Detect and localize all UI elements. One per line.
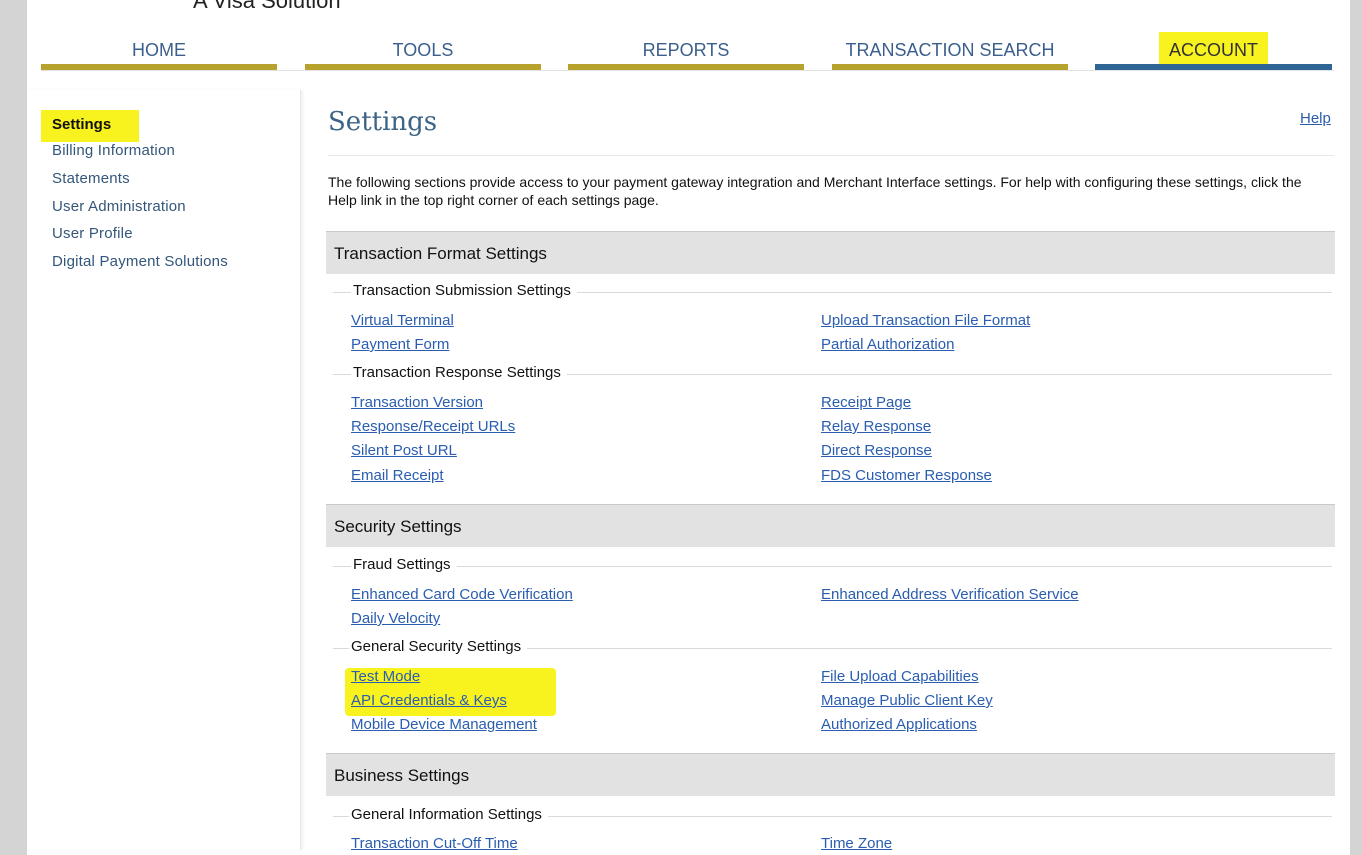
sidebar-item-digital-payment-solutions[interactable]: Digital Payment Solutions	[52, 253, 228, 270]
section-header: Transaction Format Settings	[326, 231, 1335, 274]
group-header: Transaction Submission Settings	[333, 282, 1332, 299]
link-time-zone[interactable]: Time Zone	[821, 835, 892, 852]
group-title: Transaction Submission Settings	[351, 282, 577, 299]
sidebar-item-settings[interactable]: Settings	[41, 110, 139, 142]
group-header: General Information Settings	[333, 806, 1332, 823]
group-title: General Information Settings	[349, 806, 548, 823]
link-upload-transaction-file-format[interactable]: Upload Transaction File Format	[821, 312, 1030, 329]
sidebar-item-user-profile[interactable]: User Profile	[52, 225, 133, 242]
link-enhanced-address-verification-service[interactable]: Enhanced Address Verification Service	[821, 586, 1079, 603]
group-title: Transaction Response Settings	[351, 364, 567, 381]
link-mobile-device-management[interactable]: Mobile Device Management	[351, 716, 537, 733]
title-divider	[328, 155, 1334, 156]
link-transaction-cut-off-time[interactable]: Transaction Cut-Off Time	[351, 835, 518, 852]
section-title: Security Settings	[334, 517, 462, 536]
link-receipt-page[interactable]: Receipt Page	[821, 394, 911, 411]
tab-tools[interactable]: TOOLS	[305, 36, 541, 70]
sidebar-item-statements[interactable]: Statements	[52, 170, 130, 187]
tab-home[interactable]: HOME	[41, 36, 277, 70]
link-transaction-version[interactable]: Transaction Version	[351, 394, 483, 411]
group-header: General Security Settings	[333, 638, 1332, 655]
tab-reports[interactable]: REPORTS	[568, 36, 804, 70]
tab-label: TOOLS	[392, 40, 454, 60]
group-title: Fraud Settings	[351, 556, 457, 573]
link-file-upload-capabilities[interactable]: File Upload Capabilities	[821, 668, 979, 685]
link-relay-response[interactable]: Relay Response	[821, 418, 931, 435]
link-email-receipt[interactable]: Email Receipt	[351, 467, 444, 484]
link-virtual-terminal[interactable]: Virtual Terminal	[351, 312, 454, 329]
tab-label: ACCOUNT	[1159, 32, 1268, 65]
help-link[interactable]: Help	[1300, 110, 1331, 127]
page-title: Settings	[328, 107, 438, 137]
link-fds-customer-response[interactable]: FDS Customer Response	[821, 467, 992, 484]
link-daily-velocity[interactable]: Daily Velocity	[351, 610, 440, 627]
intro-text: The following sections provide access to…	[328, 174, 1302, 208]
section-title: Business Settings	[334, 766, 470, 785]
group-header: Transaction Response Settings	[333, 364, 1332, 381]
tab-label: HOME	[132, 40, 186, 60]
page: A Visa Solution HOME TOOLS REPORTS TRANS…	[27, 0, 1350, 855]
link-test-mode[interactable]: Test Mode	[351, 668, 420, 685]
link-silent-post-url[interactable]: Silent Post URL	[351, 442, 457, 459]
link-api-credentials-keys[interactable]: API Credentials & Keys	[351, 692, 507, 709]
tab-label: TRANSACTION SEARCH	[845, 40, 1055, 60]
link-enhanced-card-code-verification[interactable]: Enhanced Card Code Verification	[351, 586, 573, 603]
link-payment-form[interactable]: Payment Form	[351, 336, 449, 353]
tab-label: REPORTS	[642, 40, 730, 60]
group-header: Fraud Settings	[333, 556, 1332, 573]
link-direct-response[interactable]: Direct Response	[821, 442, 932, 459]
sidebar-item-user-administration[interactable]: User Administration	[52, 198, 186, 215]
link-partial-authorization[interactable]: Partial Authorization	[821, 336, 954, 353]
tab-transaction-search[interactable]: TRANSACTION SEARCH	[832, 36, 1068, 70]
section-title: Transaction Format Settings	[334, 244, 547, 263]
group-title: General Security Settings	[349, 638, 528, 655]
nav-divider	[41, 70, 1334, 71]
brand-text: A Visa Solution	[193, 0, 341, 13]
link-manage-public-client-key[interactable]: Manage Public Client Key	[821, 692, 993, 709]
sidebar-item-label: Settings	[52, 116, 112, 133]
sidebar-item-billing-information[interactable]: Billing Information	[52, 142, 175, 159]
section-header: Business Settings	[326, 753, 1335, 796]
tab-account[interactable]: ACCOUNT	[1095, 32, 1332, 70]
link-response-receipt-urls[interactable]: Response/Receipt URLs	[351, 418, 515, 435]
link-authorized-applications[interactable]: Authorized Applications	[821, 716, 977, 733]
section-header: Security Settings	[326, 504, 1335, 547]
